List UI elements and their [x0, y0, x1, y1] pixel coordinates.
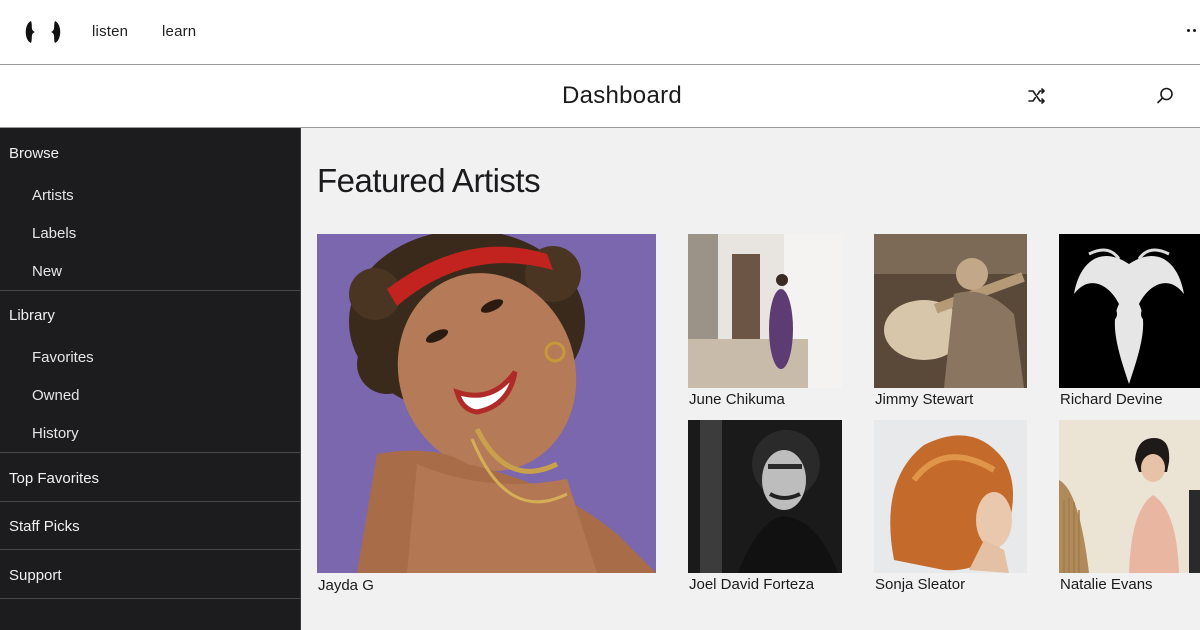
artist-name[interactable]: Richard Devine — [1060, 391, 1163, 408]
sidebar-divider — [0, 501, 300, 502]
artist-card[interactable]: Sonja Sleator — [874, 420, 1027, 596]
artist-photo[interactable] — [1059, 420, 1200, 573]
artist-name[interactable]: June Chikuma — [689, 391, 785, 408]
artist-name[interactable]: Jimmy Stewart — [875, 391, 973, 408]
artist-photo[interactable] — [874, 234, 1027, 388]
sidebar-item-owned[interactable]: Owned — [32, 387, 80, 404]
sidebar-divider — [0, 290, 300, 291]
more-dots-icon[interactable] — [1187, 29, 1200, 35]
sidebar-divider — [0, 598, 300, 599]
sidebar-section-library[interactable]: Library — [9, 307, 55, 324]
artist-card[interactable]: Joel David Forteza — [688, 420, 842, 596]
nav-link-listen[interactable]: listen — [92, 23, 128, 40]
artist-photo[interactable] — [688, 420, 842, 573]
artist-name[interactable]: Natalie Evans — [1060, 576, 1153, 593]
top-nav: listen learn — [0, 0, 1200, 65]
sidebar-item-new[interactable]: New — [32, 263, 62, 280]
sidebar-item-labels[interactable]: Labels — [32, 225, 76, 242]
sidebar-item-artists[interactable]: Artists — [32, 187, 74, 204]
section-heading: Featured Artists — [317, 162, 541, 199]
sidebar-item-favorites[interactable]: Favorites — [32, 349, 94, 366]
artist-card[interactable]: Natalie Evans — [1059, 420, 1200, 596]
artist-name[interactable]: Jayda G — [318, 577, 374, 594]
artist-card[interactable]: June Chikuma — [688, 234, 842, 410]
shuffle-icon[interactable] — [1027, 87, 1047, 105]
title-bar: Dashboard — [0, 65, 1200, 128]
nav-link-learn[interactable]: learn — [162, 23, 196, 40]
sidebar-section-top-favorites[interactable]: Top Favorites — [9, 470, 99, 487]
sidebar: Browse Artists Labels New Library Favori… — [0, 128, 301, 630]
artist-card[interactable]: Jimmy Stewart — [874, 234, 1027, 410]
sidebar-section-staff-picks[interactable]: Staff Picks — [9, 518, 80, 535]
featured-artist-card[interactable]: Jayda G — [317, 234, 656, 596]
sidebar-item-history[interactable]: History — [32, 425, 79, 442]
artist-card[interactable]: Richard Devine — [1059, 234, 1200, 410]
page-title: Dashboard — [561, 82, 683, 109]
artist-name[interactable]: Sonja Sleator — [875, 576, 965, 593]
artist-photo[interactable] — [688, 234, 842, 388]
sidebar-divider — [0, 549, 300, 550]
artist-photo[interactable] — [317, 234, 656, 573]
sidebar-section-support[interactable]: Support — [9, 567, 62, 584]
sidebar-divider — [0, 452, 300, 453]
sidebar-section-browse[interactable]: Browse — [9, 145, 59, 162]
logo-icon[interactable] — [23, 20, 63, 44]
artist-name[interactable]: Joel David Forteza — [689, 576, 814, 593]
artist-photo[interactable] — [1059, 234, 1200, 388]
search-icon[interactable] — [1155, 86, 1175, 106]
artist-photo[interactable] — [874, 420, 1027, 573]
